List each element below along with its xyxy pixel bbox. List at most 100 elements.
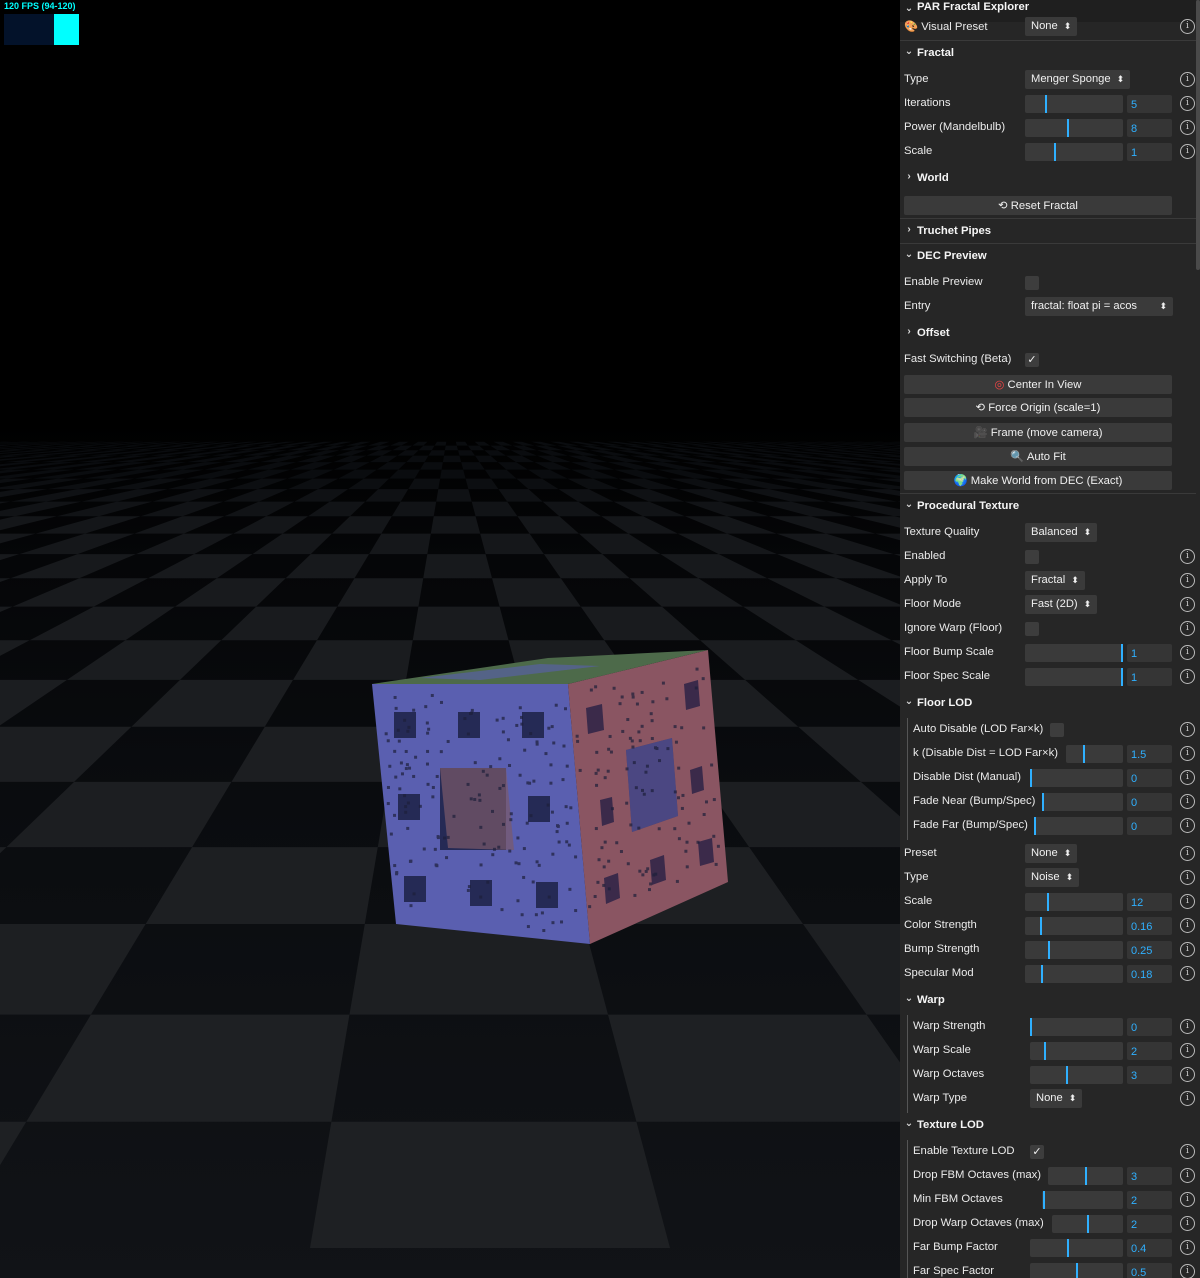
section-warp[interactable]: ⌄ Warp [900,990,1196,1012]
disable-dist-input[interactable]: 0 [1127,769,1172,787]
info-icon[interactable]: i [1180,144,1195,159]
texture-scale-input[interactable]: 12 [1127,893,1172,911]
section-procedural-texture[interactable]: ⌄ Procedural Texture [900,496,1196,518]
make-world-button[interactable]: 🌍 Make World from DEC (Exact) [904,471,1172,490]
floor-mode-select[interactable]: Fast (2D) ⬍ [1025,595,1098,614]
info-icon[interactable]: i [1180,1043,1195,1058]
info-icon[interactable]: i [1180,870,1195,885]
panel-scrollbar[interactable] [1196,0,1200,270]
slider-thumb[interactable] [1047,893,1049,911]
fast-switching-checkbox[interactable]: ✓ [1025,353,1039,367]
warp-scale-input[interactable]: 2 [1127,1042,1172,1060]
info-icon[interactable]: i [1180,846,1195,861]
warp-octaves-slider[interactable] [1030,1066,1123,1084]
section-offset[interactable]: › Offset [900,323,1196,345]
bump-strength-input[interactable]: 0.25 [1127,941,1172,959]
info-icon[interactable]: i [1180,1067,1195,1082]
drop-fbm-input[interactable]: 3 [1127,1167,1172,1185]
slider-thumb[interactable] [1030,1018,1032,1036]
slider-thumb[interactable] [1044,1042,1046,1060]
section-floor-lod[interactable]: ⌄ Floor LOD [900,693,1196,715]
info-icon[interactable]: i [1180,966,1195,981]
info-icon[interactable]: i [1180,894,1195,909]
info-icon[interactable]: i [1180,72,1195,87]
slider-thumb[interactable] [1041,965,1043,983]
slider-thumb[interactable] [1121,644,1123,662]
slider-thumb[interactable] [1067,119,1069,137]
slider-thumb[interactable] [1085,1167,1087,1185]
iterations-slider[interactable] [1025,95,1123,113]
control-panel[interactable]: ⌄ PAR Fractal Explorer 🎨 Visual Preset N… [900,0,1200,1278]
info-icon[interactable]: i [1180,818,1195,833]
info-icon[interactable]: i [1180,770,1195,785]
frame-camera-button[interactable]: 🎥 Frame (move camera) [904,423,1172,442]
info-icon[interactable]: i [1180,597,1195,612]
k-slider[interactable] [1066,745,1123,763]
scale-input[interactable]: 1 [1127,143,1172,161]
enable-texture-lod-checkbox[interactable]: ✓ [1030,1145,1044,1159]
info-icon[interactable]: i [1180,549,1195,564]
min-fbm-slider[interactable] [1042,1191,1123,1209]
drop-warp-slider[interactable] [1052,1215,1123,1233]
section-texture-lod[interactable]: ⌄ Texture LOD [900,1115,1196,1137]
color-strength-input[interactable]: 0.16 [1127,917,1172,935]
slider-thumb[interactable] [1030,769,1032,787]
center-in-view-button[interactable]: ◎ Center In View [904,375,1172,394]
fade-far-input[interactable]: 0 [1127,817,1172,835]
floor-spec-slider[interactable] [1025,668,1123,686]
slider-thumb[interactable] [1083,745,1085,763]
info-icon[interactable]: i [1180,96,1195,111]
info-icon[interactable]: i [1180,1091,1195,1106]
section-dec-preview[interactable]: ⌄ DEC Preview [900,246,1196,268]
bump-strength-slider[interactable] [1025,941,1123,959]
slider-thumb[interactable] [1087,1215,1089,1233]
texture-type-select[interactable]: Noise ⬍ [1025,868,1080,887]
info-icon[interactable]: i [1180,573,1195,588]
floor-bump-slider[interactable] [1025,644,1123,662]
info-icon[interactable]: i [1180,794,1195,809]
fractal-type-select[interactable]: Menger Sponge ⬍ [1025,70,1131,89]
far-spec-slider[interactable] [1030,1263,1123,1278]
info-icon[interactable]: i [1180,1216,1195,1231]
warp-strength-input[interactable]: 0 [1127,1018,1172,1036]
power-input[interactable]: 8 [1127,119,1172,137]
fade-near-slider[interactable] [1042,793,1123,811]
slider-thumb[interactable] [1076,1263,1078,1278]
info-icon[interactable]: i [1180,19,1195,34]
section-world[interactable]: › World [900,168,1196,190]
slider-thumb[interactable] [1048,941,1050,959]
info-icon[interactable]: i [1180,746,1195,761]
warp-scale-slider[interactable] [1030,1042,1123,1060]
preset-select[interactable]: None ⬍ [1025,844,1078,863]
slider-thumb[interactable] [1034,817,1036,835]
info-icon[interactable]: i [1180,120,1195,135]
info-icon[interactable]: i [1180,722,1195,737]
section-fractal[interactable]: ⌄ Fractal [900,43,1196,65]
info-icon[interactable]: i [1180,1264,1195,1278]
info-icon[interactable]: i [1180,1240,1195,1255]
enable-preview-checkbox[interactable] [1025,276,1039,290]
specular-mod-input[interactable]: 0.18 [1127,965,1172,983]
power-slider[interactable] [1025,119,1123,137]
fade-near-input[interactable]: 0 [1127,793,1172,811]
far-spec-input[interactable]: 0.5 [1127,1263,1172,1278]
floor-bump-input[interactable]: 1 [1127,644,1172,662]
auto-fit-button[interactable]: 🔍 Auto Fit [904,447,1172,466]
texture-scale-slider[interactable] [1025,893,1123,911]
auto-disable-checkbox[interactable] [1050,723,1064,737]
force-origin-button[interactable]: ⟲ Force Origin (scale=1) [904,398,1172,417]
info-icon[interactable]: i [1180,1144,1195,1159]
info-icon[interactable]: i [1180,1168,1195,1183]
specular-mod-slider[interactable] [1025,965,1123,983]
drop-fbm-slider[interactable] [1048,1167,1123,1185]
info-icon[interactable]: i [1180,645,1195,660]
fade-far-slider[interactable] [1034,817,1123,835]
slider-thumb[interactable] [1043,1191,1045,1209]
reset-fractal-button[interactable]: ⟲ Reset Fractal [904,196,1172,215]
slider-thumb[interactable] [1040,917,1042,935]
warp-octaves-input[interactable]: 3 [1127,1066,1172,1084]
slider-thumb[interactable] [1042,793,1044,811]
info-icon[interactable]: i [1180,669,1195,684]
color-strength-slider[interactable] [1025,917,1123,935]
info-icon[interactable]: i [1180,1019,1195,1034]
